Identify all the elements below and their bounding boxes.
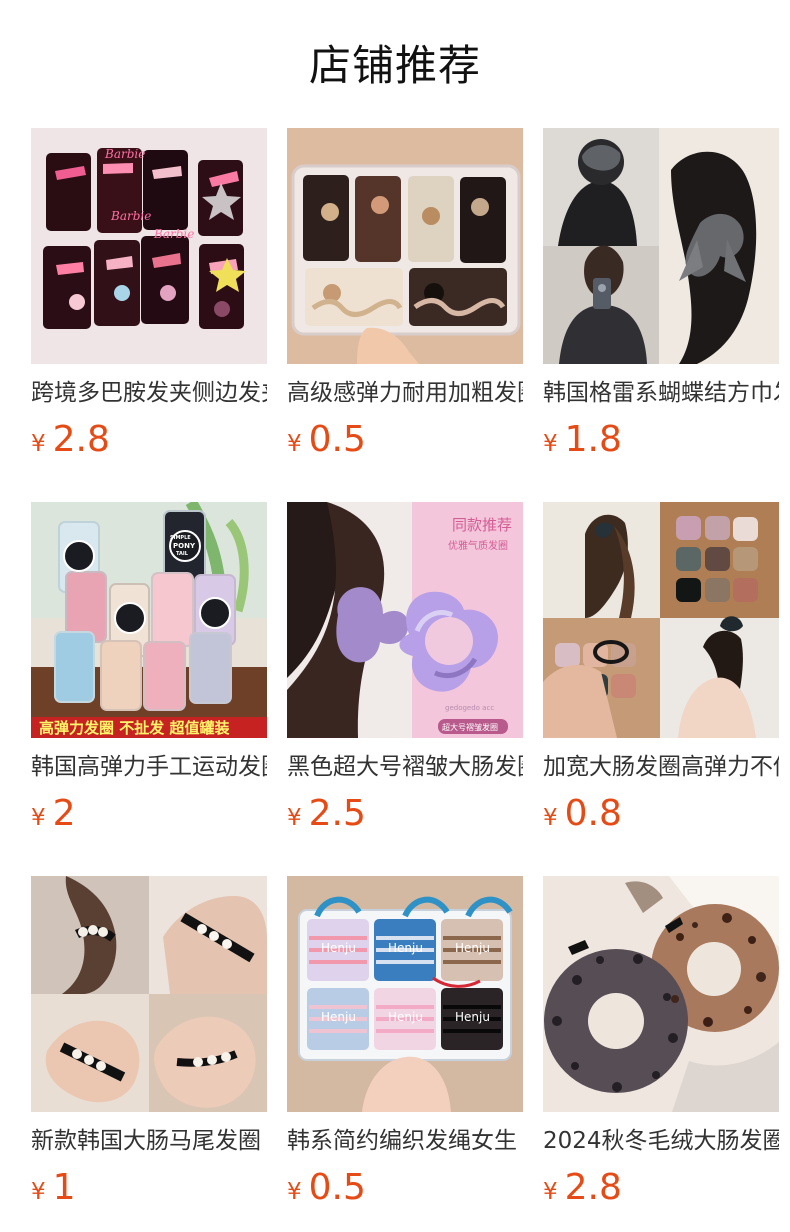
product-card-1[interactable]: Barbie Barbie Barbie 跨境多巴胺发夹侧边发夹 ¥2.8: [31, 128, 267, 464]
hair-tie-jars-photo: SIMPLE PONY TAIL 高弹力发圈 不扯发 超值罐装: [31, 502, 267, 738]
currency-symbol: ¥: [287, 805, 302, 831]
brand-logo-text: Henju: [388, 941, 423, 955]
promo-heading-text: 同款推荐: [452, 516, 512, 534]
product-name[interactable]: 跨境多巴胺发夹侧边发夹: [31, 376, 267, 410]
product-image-henju-box[interactable]: Henju Henju Henju Henju Henju Henju: [287, 876, 523, 1112]
price-amount: 0.8: [564, 793, 622, 834]
product-image-leopard-scrunchie[interactable]: [543, 876, 779, 1112]
product-card-8[interactable]: Henju Henju Henju Henju Henju Henju 韩系简约…: [287, 876, 523, 1212]
hair-clip-cards-photo: Barbie Barbie Barbie: [31, 128, 267, 364]
product-card-6[interactable]: 加宽大肠发圈高弹力不伤发 ¥0.8: [543, 502, 779, 838]
gray-bow-scrunchie-photo: [543, 128, 779, 364]
product-image-pearl-hair-tie[interactable]: [31, 876, 267, 1112]
product-name[interactable]: 新款韩国大肠马尾发圈: [31, 1124, 267, 1158]
price-amount: 1: [52, 1167, 76, 1208]
product-image-colorful-scrunchies[interactable]: [543, 502, 779, 738]
brand-logo-text: Henju: [321, 941, 356, 955]
price-amount: 2.5: [308, 793, 366, 834]
brand-logo-text: Henju: [388, 1010, 423, 1024]
currency-symbol: ¥: [31, 431, 46, 457]
product-image-hair-clips[interactable]: Barbie Barbie Barbie: [31, 128, 267, 364]
product-price: ¥0.5: [287, 1168, 523, 1208]
product-price: ¥0.5: [287, 420, 523, 460]
product-card-7[interactable]: 新款韩国大肠马尾发圈 ¥1: [31, 876, 267, 1212]
currency-symbol: ¥: [543, 431, 558, 457]
brand-logo-text: Henju: [321, 1010, 356, 1024]
product-card-2[interactable]: 高级感弹力耐用加粗发圈 ¥0.5: [287, 128, 523, 464]
product-image-hair-tie-box[interactable]: [287, 128, 523, 364]
price-amount: 0.5: [308, 1167, 366, 1208]
price-amount: 2: [52, 793, 76, 834]
hair-tie-box-photo: [287, 128, 523, 364]
price-amount: 0.5: [308, 419, 366, 460]
currency-symbol: ¥: [31, 805, 46, 831]
product-card-5[interactable]: 同款推荐 优雅气质发圈 gedogedo acc 超大号褶皱发圈 黑色超大号褶皱…: [287, 502, 523, 838]
price-amount: 2.8: [52, 419, 110, 460]
henju-hair-tie-box-photo: Henju Henju Henju Henju Henju Henju: [287, 876, 523, 1112]
brand-logo-text: Henju: [455, 1010, 490, 1024]
product-price: ¥1: [31, 1168, 267, 1208]
currency-symbol: ¥: [31, 1179, 46, 1205]
product-price: ¥2: [31, 794, 267, 834]
price-amount: 1.8: [564, 419, 622, 460]
product-price: ¥2.8: [31, 420, 267, 460]
leopard-plush-scrunchie-photo: [543, 876, 779, 1112]
currency-symbol: ¥: [287, 1179, 302, 1205]
product-image-lavender-scrunchie[interactable]: 同款推荐 优雅气质发圈 gedogedo acc 超大号褶皱发圈: [287, 502, 523, 738]
currency-symbol: ¥: [287, 431, 302, 457]
promo-subtitle-text: 优雅气质发圈: [448, 539, 508, 552]
product-image-hair-tie-jars[interactable]: SIMPLE PONY TAIL 高弹力发圈 不扯发 超值罐装: [31, 502, 267, 738]
product-name[interactable]: 高级感弹力耐用加粗发圈: [287, 376, 523, 410]
product-card-3[interactable]: 韩国格雷系蝴蝶结方巾发圈 ¥1.8: [543, 128, 779, 464]
promo-badge-text: 超大号褶皱发圈: [442, 722, 498, 732]
jar-label-text: TAIL: [176, 551, 189, 557]
product-name[interactable]: 2024秋冬毛绒大肠发圈: [543, 1124, 779, 1158]
barbie-logo-text: Barbie: [104, 147, 145, 161]
section-title: 店铺推荐: [308, 41, 481, 90]
product-grid: Barbie Barbie Barbie 跨境多巴胺发夹侧边发夹 ¥2.8 高级…: [31, 128, 790, 1218]
product-name[interactable]: 韩系简约编织发绳女生: [287, 1124, 523, 1158]
brand-logo-text: Henju: [455, 941, 490, 955]
currency-symbol: ¥: [543, 1179, 558, 1205]
product-card-4[interactable]: SIMPLE PONY TAIL 高弹力发圈 不扯发 超值罐装 韩国高弹力手工运…: [31, 502, 267, 838]
pearl-hair-tie-photo: [31, 876, 267, 1112]
shop-recommendation-page: 店铺推荐 Barbie Barbie Barbie 跨境多巴胺发夹侧边发夹 ¥ …: [0, 0, 790, 1232]
shop-name-text: gedogedo acc: [445, 704, 494, 712]
colorful-wide-scrunchies-photo: [543, 502, 779, 738]
lavender-satin-scrunchie-photo: 同款推荐 优雅气质发圈 gedogedo acc 超大号褶皱发圈: [287, 502, 523, 738]
product-image-gray-bow[interactable]: [543, 128, 779, 364]
jar-label-text: SIMPLE: [170, 535, 191, 541]
product-price: ¥0.8: [543, 794, 779, 834]
price-amount: 2.8: [564, 1167, 622, 1208]
product-price: ¥2.5: [287, 794, 523, 834]
product-name[interactable]: 黑色超大号褶皱大肠发圈: [287, 750, 523, 784]
jar-label-text: PONY: [173, 542, 196, 550]
product-banner-text: 高弹力发圈 不扯发 超值罐装: [39, 719, 230, 737]
product-card-9[interactable]: 2024秋冬毛绒大肠发圈 ¥2.8: [543, 876, 779, 1212]
product-price: ¥1.8: [543, 420, 779, 460]
product-price: ¥2.8: [543, 1168, 779, 1208]
barbie-logo-text: Barbie: [110, 209, 151, 223]
barbie-logo-text: Barbie: [153, 227, 194, 241]
currency-symbol: ¥: [543, 805, 558, 831]
product-name[interactable]: 韩国格雷系蝴蝶结方巾发圈: [543, 376, 779, 410]
product-name[interactable]: 加宽大肠发圈高弹力不伤发: [543, 750, 779, 784]
product-name[interactable]: 韩国高弹力手工运动发圈: [31, 750, 267, 784]
